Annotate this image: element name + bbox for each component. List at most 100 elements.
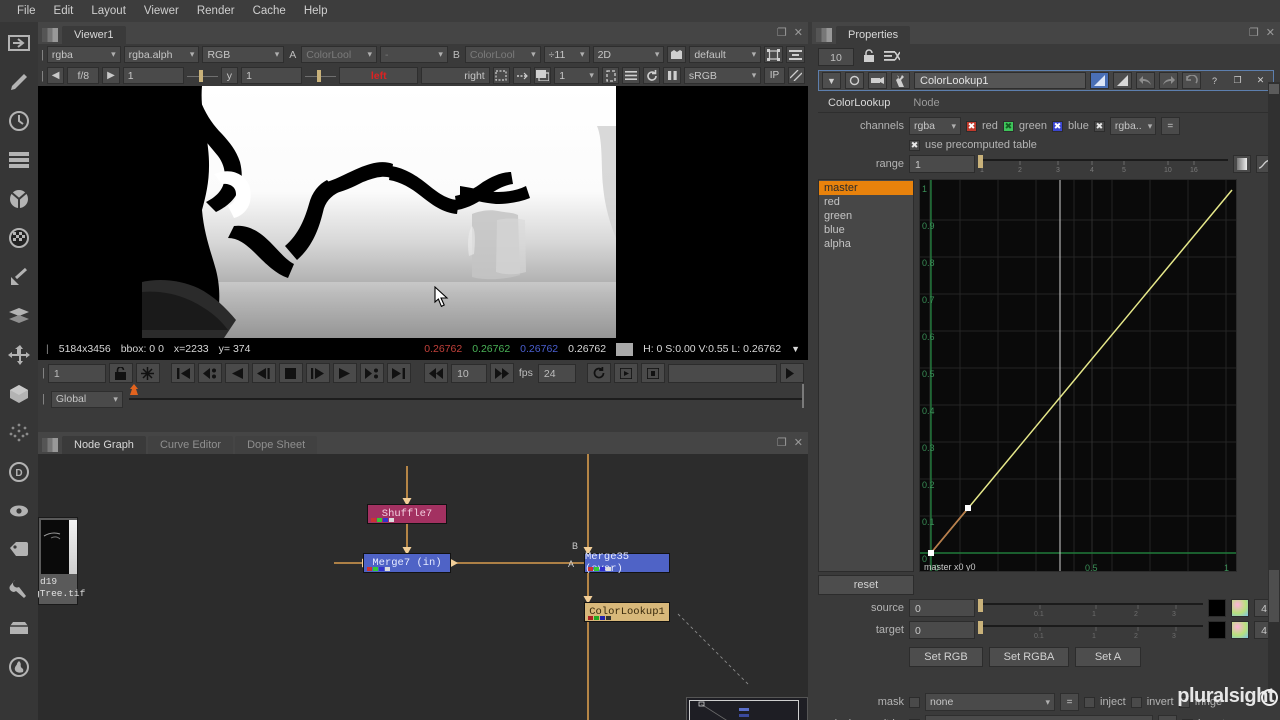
node-tools-icon[interactable] xyxy=(891,72,910,89)
help-icon[interactable]: ? xyxy=(1205,72,1224,89)
target-field[interactable]: 0 xyxy=(909,621,975,639)
channels-expression-button[interactable]: = xyxy=(1160,117,1180,135)
viewer-layer-dropdown[interactable]: 1 xyxy=(554,67,599,84)
revert-icon[interactable] xyxy=(1182,72,1201,89)
menu-item-layout[interactable]: Layout xyxy=(82,2,135,20)
mask-checkbox[interactable] xyxy=(909,696,920,708)
viewer-zoom-dropdown[interactable]: ÷11 xyxy=(543,46,590,63)
viewer-lines-icon[interactable] xyxy=(622,67,640,84)
viewer-display-dropdown[interactable]: RGB xyxy=(202,46,285,63)
menu-item-file[interactable]: File xyxy=(8,2,45,20)
deep-icon[interactable]: D xyxy=(4,457,34,487)
viewer-channels-dropdown[interactable]: rgba xyxy=(46,46,121,63)
node-enable-a-icon[interactable] xyxy=(1090,72,1109,89)
left-view-label[interactable]: left xyxy=(339,67,419,84)
viewer-lut-icon[interactable] xyxy=(667,46,687,63)
node-float-icon[interactable]: ❐ xyxy=(1228,72,1247,89)
gamma-slider[interactable] xyxy=(305,69,337,83)
precomputed-checkbox[interactable]: ✖ xyxy=(909,139,920,151)
toolsets-icon[interactable] xyxy=(4,574,34,604)
other-icon[interactable] xyxy=(4,613,34,643)
gain-slider[interactable] xyxy=(186,69,218,83)
blue-checkbox[interactable]: ✖ xyxy=(1052,120,1064,132)
viewer-mid-dropdown[interactable]: - xyxy=(380,46,448,63)
node-shuffle7[interactable]: Shuffle7 xyxy=(367,504,447,524)
prev-keyframe-button[interactable] xyxy=(198,363,223,383)
properties-panel-grip-icon[interactable] xyxy=(816,28,832,42)
timeline-scope-dropdown[interactable]: Global xyxy=(50,390,123,408)
graph-float-icon[interactable]: ❐ xyxy=(777,436,787,449)
fstop-next-icon[interactable]: ▶ xyxy=(102,67,120,84)
viewer-canvas[interactable] xyxy=(38,86,808,338)
menu-item-edit[interactable]: Edit xyxy=(45,2,83,20)
goto-start-button[interactable] xyxy=(171,363,196,383)
tab-node[interactable]: Node xyxy=(903,95,950,112)
metadata-icon[interactable] xyxy=(4,535,34,565)
timeline-strip[interactable]: | Global xyxy=(38,384,808,412)
lock-frame-icon[interactable] xyxy=(108,363,133,383)
channel-item-green[interactable]: green xyxy=(819,209,913,223)
color-icon[interactable] xyxy=(4,184,34,214)
viewer-colorspace-dropdown[interactable]: sRGB xyxy=(683,67,762,84)
channels-dropdown[interactable]: rgba xyxy=(909,117,961,135)
filter-icon[interactable] xyxy=(4,223,34,253)
viewer-marquee-icon[interactable] xyxy=(492,67,511,84)
frame-increment-field[interactable]: 10 xyxy=(451,363,487,383)
next-keyframe-button[interactable] xyxy=(359,363,384,383)
menu-item-viewer[interactable]: Viewer xyxy=(135,2,188,20)
extra-channel-dropdown[interactable]: rgba.. xyxy=(1109,117,1156,135)
viewer-b-input-dropdown[interactable]: ColorLool xyxy=(464,46,541,63)
viewer-process-dropdown[interactable]: default xyxy=(689,46,762,63)
loop-button[interactable] xyxy=(587,363,611,383)
scroll-up-arrow-icon[interactable] xyxy=(1269,84,1279,94)
close-panel-icon[interactable]: ✕ xyxy=(794,26,803,39)
skip-backward-button[interactable] xyxy=(424,363,449,383)
menu-item-cache[interactable]: Cache xyxy=(244,2,295,20)
graph-close-icon[interactable]: ✕ xyxy=(794,436,803,449)
time-icon[interactable] xyxy=(4,106,34,136)
tab-node-graph[interactable]: Node Graph xyxy=(62,436,146,454)
node-enable-b-icon[interactable] xyxy=(1113,72,1132,89)
source-field[interactable]: 0 xyxy=(909,599,975,617)
set-rgba-button[interactable]: Set RGBA xyxy=(989,647,1069,667)
scroll-thumb[interactable] xyxy=(1269,570,1279,622)
channel-item-master[interactable]: master xyxy=(819,181,913,195)
timeline-end-icon[interactable] xyxy=(779,363,804,383)
target-color-swatch[interactable] xyxy=(1208,621,1226,639)
timeline-playhead[interactable] xyxy=(128,384,140,402)
set-a-button[interactable]: Set A xyxy=(1075,647,1141,667)
properties-clear-all-icon[interactable] xyxy=(884,49,901,66)
viewer-roi-icon[interactable] xyxy=(764,46,784,63)
properties-float-icon[interactable]: ❐ xyxy=(1249,26,1259,39)
red-checkbox[interactable]: ✖ xyxy=(966,120,977,132)
frame-range-button[interactable] xyxy=(640,363,665,383)
node-merge7[interactable]: Merge7 (in) xyxy=(363,553,451,573)
step-backward-button[interactable] xyxy=(251,363,276,383)
stop-button[interactable] xyxy=(278,363,303,383)
tab-colorlookup[interactable]: ColorLookup xyxy=(818,95,901,112)
range-slider[interactable]: 123 4 5 10 16 xyxy=(978,155,1228,173)
float-panel-icon[interactable]: ❐ xyxy=(777,26,787,39)
source-slider[interactable]: 0.1 1 2 3 xyxy=(978,599,1203,617)
furnace-icon[interactable] xyxy=(4,652,34,682)
viewer-pause-icon[interactable] xyxy=(663,67,681,84)
graph-panel-grip-icon[interactable] xyxy=(42,438,58,452)
set-rgb-button[interactable]: Set RGB xyxy=(909,647,983,667)
reset-button[interactable]: reset xyxy=(818,575,914,595)
source-color-swatch[interactable] xyxy=(1208,599,1226,617)
mask-invert-checkbox[interactable] xyxy=(1130,696,1142,708)
fps-field[interactable]: 24 xyxy=(537,363,576,383)
node-colorlookup1[interactable]: ColorLookup1 xyxy=(584,602,670,622)
3d-icon[interactable] xyxy=(4,379,34,409)
inject-checkbox[interactable] xyxy=(1084,696,1095,708)
current-frame-field[interactable]: 1 xyxy=(47,363,106,383)
viewer-monitor-icon[interactable] xyxy=(533,67,552,84)
viewer-layout-icon[interactable] xyxy=(786,46,806,63)
mask-dropdown[interactable]: none xyxy=(925,693,1055,711)
redo-icon[interactable] xyxy=(1159,72,1178,89)
source-color-wheel-icon[interactable] xyxy=(1231,599,1249,617)
tab-dope-sheet[interactable]: Dope Sheet xyxy=(235,436,318,454)
channel-icon[interactable] xyxy=(4,145,34,175)
menu-item-render[interactable]: Render xyxy=(188,2,244,20)
gamma-field[interactable]: 1 xyxy=(241,67,303,84)
